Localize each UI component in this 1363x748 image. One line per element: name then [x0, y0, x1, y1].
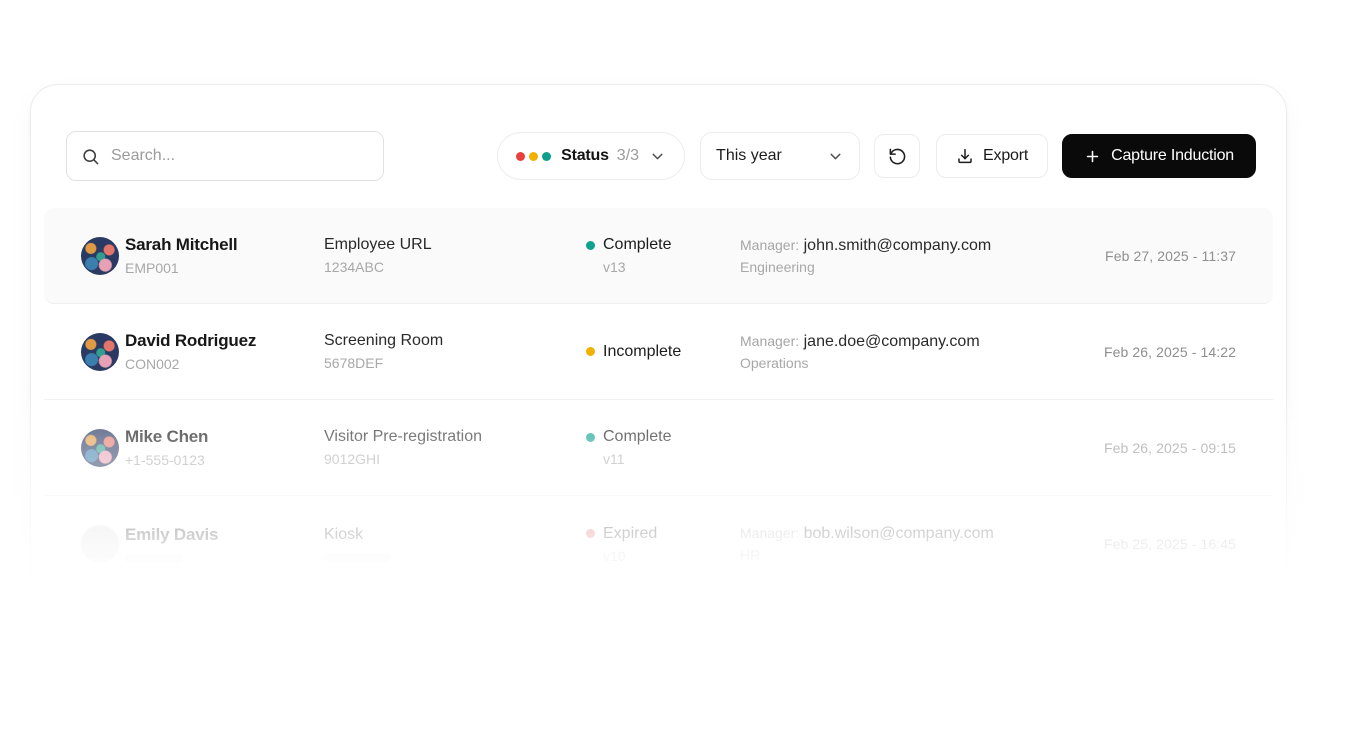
- induction-row[interactable]: Sarah Mitchell EMP001 Employee URL 1234A…: [44, 208, 1273, 304]
- induction-row[interactable]: Mike Chen +1-555-0123 Visitor Pre-regist…: [44, 400, 1273, 496]
- status-dot-icon: [586, 433, 595, 442]
- toolbar: Status 3/3 This year Export Capture Indu…: [31, 85, 1286, 181]
- type-cell: Kiosk: [324, 526, 586, 562]
- status-filter-button[interactable]: Status 3/3: [497, 132, 685, 180]
- status-label: Complete: [603, 236, 671, 254]
- induction-type: Screening Room: [324, 332, 586, 350]
- person-cell: Emily Davis: [125, 525, 324, 563]
- status-dot-icon: [586, 347, 595, 356]
- manager-email: jane.doe@company.com: [804, 333, 980, 350]
- status-filter-count: 3/3: [617, 147, 639, 165]
- version-label: v11: [603, 451, 740, 467]
- person-id: [125, 554, 183, 563]
- export-button[interactable]: Export: [936, 134, 1048, 178]
- period-select[interactable]: This year: [700, 132, 860, 180]
- timestamp: Feb 25, 2025 - 16:45: [1104, 536, 1236, 552]
- version-label: v10: [603, 548, 740, 564]
- status-dot-icon: [529, 152, 538, 161]
- avatar: [81, 333, 119, 371]
- manager-label: Manager:: [740, 237, 799, 253]
- search-input[interactable]: [111, 147, 369, 165]
- status-cell: Expired v10: [586, 525, 740, 564]
- status-cell: Incomplete: [586, 343, 740, 361]
- page: Status 3/3 This year Export Capture Indu…: [0, 0, 1363, 748]
- status-label: Complete: [603, 428, 671, 446]
- person-name: Emily Davis: [125, 525, 324, 545]
- induction-code: [324, 553, 390, 562]
- person-id: CON002: [125, 356, 324, 372]
- induction-type: Employee URL: [324, 236, 586, 254]
- department-label: Engineering: [740, 259, 1056, 275]
- period-select-value: This year: [716, 147, 782, 165]
- version-label: v13: [603, 259, 740, 275]
- manager-email: john.smith@company.com: [804, 237, 992, 254]
- person-cell: Mike Chen +1-555-0123: [125, 427, 324, 468]
- refresh-icon: [888, 147, 907, 166]
- timestamp-cell: Feb 27, 2025 - 11:37: [1056, 248, 1236, 264]
- department-label: HR: [740, 547, 1056, 563]
- export-label: Export: [983, 147, 1028, 165]
- plus-icon: [1084, 148, 1101, 165]
- type-cell: Employee URL 1234ABC: [324, 236, 586, 275]
- manager-label: Manager:: [740, 333, 799, 349]
- inductions-panel: Status 3/3 This year Export Capture Indu…: [30, 84, 1287, 640]
- status-label: Expired: [603, 525, 657, 543]
- search-box[interactable]: [66, 131, 384, 181]
- capture-induction-button[interactable]: Capture Induction: [1062, 134, 1256, 178]
- search-icon: [81, 147, 100, 166]
- induction-code: 1234ABC: [324, 259, 586, 275]
- induction-type: Visitor Pre-registration: [324, 428, 586, 446]
- status-cell: Complete v11: [586, 428, 740, 467]
- manager-label: Manager:: [740, 525, 799, 541]
- timestamp-cell: Feb 26, 2025 - 14:22: [1056, 344, 1236, 360]
- induction-code: 9012GHI: [324, 451, 586, 467]
- avatar-cell: [81, 237, 125, 275]
- manager-cell: Manager: jane.doe@company.com Operations: [740, 333, 1056, 371]
- status-filter-label: Status: [561, 147, 609, 165]
- person-name: Mike Chen: [125, 427, 324, 447]
- department-label: Operations: [740, 355, 1056, 371]
- induction-row[interactable]: David Rodriguez CON002 Screening Room 56…: [44, 304, 1273, 400]
- status-cell: Complete v13: [586, 236, 740, 275]
- avatar-cell: [81, 525, 125, 563]
- timestamp: Feb 27, 2025 - 11:37: [1105, 248, 1236, 264]
- type-cell: Screening Room 5678DEF: [324, 332, 586, 371]
- avatar: [81, 525, 119, 563]
- status-label: Incomplete: [603, 343, 681, 361]
- induction-list: Sarah Mitchell EMP001 Employee URL 1234A…: [44, 208, 1273, 592]
- avatar: [81, 237, 119, 275]
- manager-cell: Manager: john.smith@company.com Engineer…: [740, 237, 1056, 275]
- manager-cell: Manager: bob.wilson@company.com HR: [740, 525, 1056, 563]
- status-dot-icon: [542, 152, 551, 161]
- induction-code: 5678DEF: [324, 355, 586, 371]
- capture-induction-label: Capture Induction: [1111, 147, 1234, 165]
- status-filter-dots: [516, 152, 551, 161]
- refresh-button[interactable]: [874, 134, 920, 178]
- chevron-down-icon: [649, 148, 666, 165]
- status-dot-icon: [516, 152, 525, 161]
- person-cell: David Rodriguez CON002: [125, 331, 324, 372]
- person-cell: Sarah Mitchell EMP001: [125, 235, 324, 276]
- person-id: +1-555-0123: [125, 452, 324, 468]
- person-name: Sarah Mitchell: [125, 235, 324, 255]
- timestamp: Feb 26, 2025 - 09:15: [1104, 440, 1236, 456]
- timestamp-cell: Feb 26, 2025 - 09:15: [1056, 440, 1236, 456]
- status-dot-icon: [586, 241, 595, 250]
- download-icon: [956, 147, 974, 165]
- person-id: EMP001: [125, 260, 324, 276]
- manager-email: bob.wilson@company.com: [804, 525, 994, 542]
- avatar-cell: [81, 333, 125, 371]
- induction-type: Kiosk: [324, 526, 586, 544]
- status-dot-icon: [586, 529, 595, 538]
- person-name: David Rodriguez: [125, 331, 324, 351]
- type-cell: Visitor Pre-registration 9012GHI: [324, 428, 586, 467]
- timestamp-cell: Feb 25, 2025 - 16:45: [1056, 536, 1236, 552]
- avatar-cell: [81, 429, 125, 467]
- timestamp: Feb 26, 2025 - 14:22: [1104, 344, 1236, 360]
- induction-row[interactable]: Emily Davis Kiosk Expired v10 Manager: b…: [44, 496, 1273, 592]
- chevron-down-icon: [827, 148, 844, 165]
- avatar: [81, 429, 119, 467]
